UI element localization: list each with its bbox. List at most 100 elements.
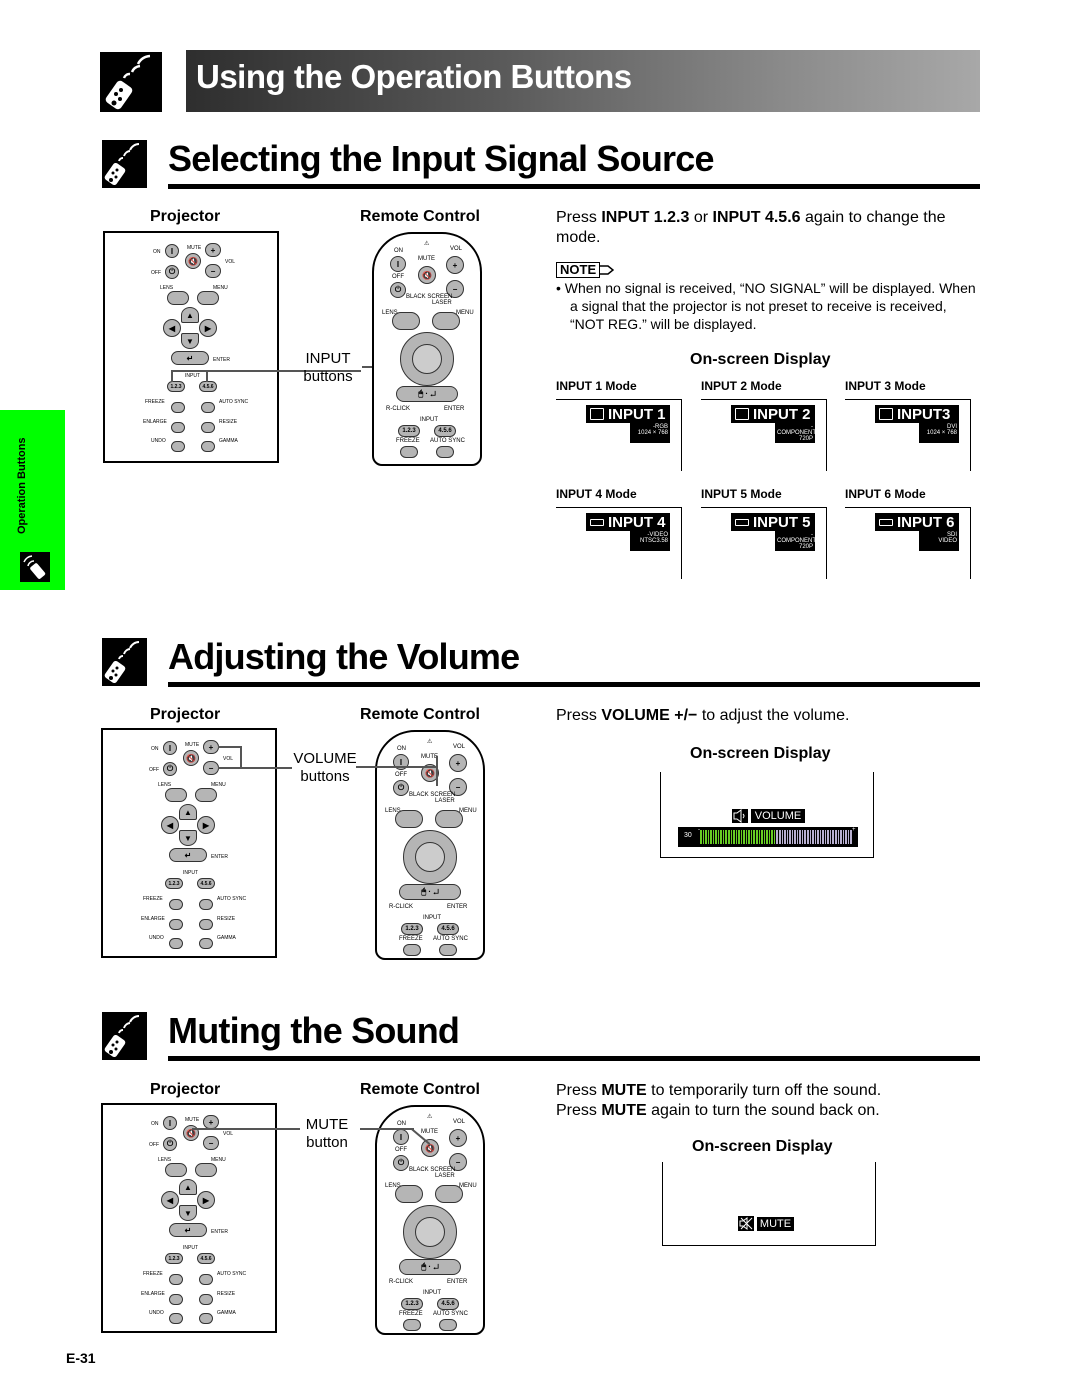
- right-button[interactable]: ▶: [197, 1191, 215, 1209]
- freeze-button[interactable]: [169, 899, 183, 910]
- remote-menu-button[interactable]: [435, 1185, 463, 1203]
- auto-sync-button[interactable]: [201, 402, 215, 413]
- mute-button[interactable]: 🔇: [185, 253, 201, 269]
- remote-freeze-button[interactable]: [400, 446, 418, 458]
- remote-rclick-enter-button[interactable]: 🖱 · ↵: [399, 1259, 461, 1275]
- menu-button[interactable]: [195, 788, 217, 802]
- volume-plus-button[interactable]: +: [203, 740, 219, 754]
- volume-plus-button[interactable]: +: [203, 1115, 219, 1129]
- enlarge-button[interactable]: [169, 1294, 183, 1305]
- volume-tick: [791, 830, 794, 844]
- freeze-button[interactable]: [169, 1274, 183, 1285]
- auto-sync-button[interactable]: [199, 899, 213, 910]
- remote-input-123-button[interactable]: 1.2.3: [401, 923, 423, 935]
- input-456-button[interactable]: 4.5.6: [197, 878, 215, 889]
- undo-button[interactable]: [169, 938, 183, 949]
- remote-off-button[interactable]: ⏻: [393, 780, 409, 796]
- remote-rclick-enter-button[interactable]: 🖱 · ↵: [396, 386, 458, 402]
- resize-button[interactable]: [201, 422, 215, 433]
- remote-lens-button[interactable]: [395, 810, 423, 828]
- remote-dpad[interactable]: [400, 332, 454, 386]
- remote-auto-sync-button[interactable]: [436, 446, 454, 458]
- input-123-button[interactable]: 1.2.3: [165, 878, 183, 889]
- remote-freeze-button[interactable]: [403, 944, 421, 956]
- left-button[interactable]: ◀: [161, 1191, 179, 1209]
- gamma-button[interactable]: [199, 938, 213, 949]
- remote-input-456-button[interactable]: 4.5.6: [434, 425, 456, 437]
- remote-menu-button[interactable]: [432, 312, 460, 330]
- remote-rclick-enter-button[interactable]: 🖱 · ↵: [399, 884, 461, 900]
- enter-button[interactable]: ↵: [169, 848, 207, 862]
- input-instruction: Press INPUT 1.2.3 or INPUT 4.5.6 again t…: [556, 209, 946, 246]
- left-button[interactable]: ◀: [161, 816, 179, 834]
- volume-tick: [743, 830, 745, 844]
- gamma-button[interactable]: [201, 441, 215, 452]
- enlarge-button[interactable]: [169, 919, 183, 930]
- input-456-button[interactable]: 4.5.6: [197, 1253, 215, 1264]
- enter-button[interactable]: ↵: [169, 1223, 207, 1237]
- remote-input-123-button[interactable]: 1.2.3: [401, 1298, 423, 1310]
- gamma-button[interactable]: [199, 1313, 213, 1324]
- volume-minus-button[interactable]: −: [205, 264, 221, 278]
- undo-button[interactable]: [169, 1313, 183, 1324]
- menu-button[interactable]: [197, 291, 219, 305]
- left-button[interactable]: ◀: [163, 319, 181, 337]
- on-button[interactable]: I: [163, 1116, 177, 1130]
- menu-button[interactable]: [195, 1163, 217, 1177]
- right-button[interactable]: ▶: [197, 816, 215, 834]
- off-button[interactable]: ⏻: [163, 1137, 177, 1151]
- up-button[interactable]: ▲: [181, 307, 199, 323]
- remote-dpad[interactable]: [403, 1205, 457, 1259]
- monitor-icon: [735, 408, 749, 420]
- remote-mute-button[interactable]: 🔇: [418, 266, 436, 284]
- remote-off-button[interactable]: ⏻: [390, 282, 406, 298]
- remote-input-456-button[interactable]: 4.5.6: [437, 1298, 459, 1310]
- remote-lens-button[interactable]: [392, 312, 420, 330]
- volume-minus-button[interactable]: −: [203, 1136, 219, 1150]
- remote-vol-plus-button[interactable]: +: [449, 1129, 467, 1147]
- remote-vol-plus-button[interactable]: +: [449, 754, 467, 772]
- remote-mute-button[interactable]: 🔇: [421, 1139, 439, 1157]
- volume-tick: [768, 830, 771, 844]
- resize-button[interactable]: [199, 1294, 213, 1305]
- on-button[interactable]: I: [163, 741, 177, 755]
- remote-on-button[interactable]: I: [390, 256, 406, 272]
- input-456-button[interactable]: 4.5.6: [199, 381, 217, 392]
- remote-auto-sync-button[interactable]: [439, 1319, 457, 1331]
- remote-on-button[interactable]: I: [393, 1129, 409, 1145]
- volume-minus-button[interactable]: −: [203, 761, 219, 775]
- volume-plus-button[interactable]: +: [205, 243, 221, 257]
- off-button[interactable]: ⏻: [165, 265, 179, 279]
- volume-tick: [840, 830, 842, 844]
- remote-dpad[interactable]: [403, 830, 457, 884]
- remote-label: Remote Control: [360, 706, 480, 723]
- enlarge-button[interactable]: [171, 422, 185, 433]
- lens-button[interactable]: [165, 788, 187, 802]
- remote-off-button[interactable]: ⏻: [393, 1155, 409, 1171]
- enter-button[interactable]: ↵: [171, 351, 209, 365]
- down-button[interactable]: ▼: [179, 830, 197, 846]
- auto-sync-button[interactable]: [199, 1274, 213, 1285]
- input-123-button[interactable]: 1.2.3: [167, 381, 185, 392]
- remote-input-123-button[interactable]: 1.2.3: [398, 425, 420, 437]
- off-button[interactable]: ⏻: [163, 762, 177, 776]
- input-123-button[interactable]: 1.2.3: [165, 1253, 183, 1264]
- lens-button[interactable]: [165, 1163, 187, 1177]
- right-button[interactable]: ▶: [199, 319, 217, 337]
- remote-auto-sync-button[interactable]: [439, 944, 457, 956]
- remote-input-456-button[interactable]: 4.5.6: [437, 923, 459, 935]
- up-button[interactable]: ▲: [179, 804, 197, 820]
- resize-button[interactable]: [199, 919, 213, 930]
- remote-menu-button[interactable]: [435, 810, 463, 828]
- on-button[interactable]: I: [165, 244, 179, 258]
- freeze-button[interactable]: [171, 402, 185, 413]
- lens-button[interactable]: [167, 291, 189, 305]
- remote-vol-plus-button[interactable]: +: [446, 256, 464, 274]
- undo-button[interactable]: [171, 441, 185, 452]
- down-button[interactable]: ▼: [181, 333, 199, 349]
- mute-button[interactable]: 🔇: [183, 750, 199, 766]
- up-button[interactable]: ▲: [179, 1179, 197, 1195]
- remote-lens-button[interactable]: [395, 1185, 423, 1203]
- down-button[interactable]: ▼: [179, 1205, 197, 1221]
- remote-freeze-button[interactable]: [403, 1319, 421, 1331]
